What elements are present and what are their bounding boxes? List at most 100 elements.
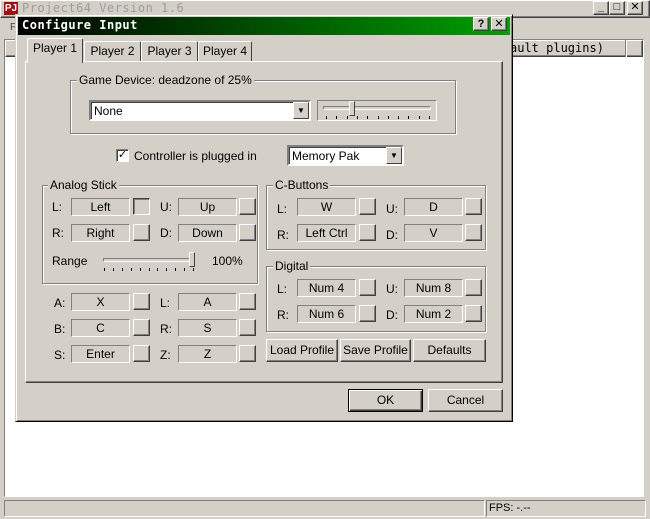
analog-r-key[interactable]: Right bbox=[71, 224, 130, 242]
dialog-close-button[interactable]: ✕ bbox=[491, 17, 507, 31]
controller-plugged-checkbox[interactable]: ✓ bbox=[116, 149, 129, 162]
c-d-key[interactable]: V bbox=[404, 224, 463, 242]
button-a-label: A: bbox=[54, 296, 66, 310]
slider-tick bbox=[377, 116, 379, 119]
digital-r-label: R: bbox=[277, 308, 289, 322]
c-r-key[interactable]: Left Ctrl bbox=[297, 224, 356, 242]
slider-tick bbox=[356, 116, 358, 119]
load-profile-button[interactable]: Load Profile bbox=[266, 339, 338, 362]
button-b-key[interactable]: C bbox=[71, 319, 130, 337]
analog-r-assign-button[interactable] bbox=[133, 224, 150, 241]
digital-u-assign-button[interactable] bbox=[465, 279, 482, 296]
game-device-selected: None bbox=[94, 104, 123, 118]
analog-stick-label: Analog Stick bbox=[48, 178, 119, 192]
digital-l-assign-button[interactable] bbox=[359, 279, 376, 296]
tab-player-4[interactable]: Player 4 bbox=[198, 41, 252, 62]
button-l-assign-button[interactable] bbox=[239, 293, 256, 310]
main-window-title: Project64 Version 1.6 bbox=[22, 1, 185, 15]
minimize-button[interactable]: _ bbox=[593, 1, 609, 15]
button-s-key[interactable]: Enter bbox=[71, 345, 130, 363]
range-slider-ticks bbox=[104, 268, 194, 272]
digital-d-assign-button[interactable] bbox=[465, 305, 482, 322]
button-r-key[interactable]: S bbox=[178, 319, 237, 337]
ok-button[interactable]: OK bbox=[348, 389, 423, 412]
slider-tick bbox=[367, 116, 369, 119]
c-d-label: D: bbox=[386, 228, 398, 242]
slider-tick bbox=[166, 268, 168, 271]
game-device-select[interactable]: None ▼ bbox=[89, 100, 311, 121]
digital-d-label: D: bbox=[386, 308, 398, 322]
pak-selected: Memory Pak bbox=[292, 149, 360, 163]
dialog-title: Configure Input bbox=[22, 18, 138, 32]
analog-l-label: L: bbox=[52, 200, 63, 214]
rom-list-column-header[interactable]: ault plugins) bbox=[510, 41, 604, 55]
slider-tick bbox=[346, 116, 348, 119]
digital-u-key[interactable]: Num 8 bbox=[404, 279, 463, 297]
cancel-button[interactable]: Cancel bbox=[428, 389, 503, 412]
digital-d-key[interactable]: Num 2 bbox=[404, 305, 463, 323]
c-u-label: U: bbox=[386, 202, 398, 216]
defaults-button[interactable]: Defaults bbox=[413, 339, 486, 362]
save-profile-button[interactable]: Save Profile bbox=[340, 339, 411, 362]
c-buttons-label: C-Buttons bbox=[273, 178, 331, 192]
slider-tick bbox=[326, 116, 327, 119]
tab-player-2[interactable]: Player 2 bbox=[84, 41, 141, 62]
button-z-key[interactable]: Z bbox=[178, 345, 237, 363]
c-l-assign-button[interactable] bbox=[359, 198, 376, 215]
button-b-assign-button[interactable] bbox=[133, 319, 150, 336]
button-l-label: L: bbox=[160, 296, 171, 310]
slider-tick bbox=[398, 116, 400, 119]
analog-d-assign-button[interactable] bbox=[239, 224, 256, 241]
controller-plugged-label: Controller is plugged in bbox=[134, 149, 257, 163]
pak-select[interactable]: Memory Pak ▼ bbox=[287, 145, 404, 166]
maximize-button[interactable]: □ bbox=[609, 1, 625, 15]
button-z-label: Z: bbox=[160, 348, 171, 362]
digital-l-key[interactable]: Num 4 bbox=[297, 279, 356, 297]
tab-player-1[interactable]: Player 1 bbox=[27, 38, 83, 63]
c-l-key[interactable]: W bbox=[297, 198, 356, 216]
button-r-assign-button[interactable] bbox=[239, 319, 256, 336]
slider-tick bbox=[157, 268, 159, 271]
range-label: Range bbox=[52, 254, 88, 268]
column-divider[interactable] bbox=[625, 40, 627, 57]
analog-l-assign-button[interactable] bbox=[133, 198, 150, 215]
digital-u-label: U: bbox=[386, 282, 398, 296]
range-slider-thumb[interactable] bbox=[189, 252, 195, 267]
c-r-label: R: bbox=[277, 228, 289, 242]
button-s-label: S: bbox=[54, 348, 66, 362]
digital-r-assign-button[interactable] bbox=[359, 305, 376, 322]
slider-tick bbox=[112, 268, 114, 271]
analog-r-label: R: bbox=[52, 226, 64, 240]
slider-tick bbox=[418, 116, 420, 119]
c-d-assign-button[interactable] bbox=[465, 224, 482, 241]
digital-r-key[interactable]: Num 6 bbox=[297, 305, 356, 323]
analog-u-assign-button[interactable] bbox=[239, 198, 256, 215]
game-device-label: Game Device: deadzone of 25% bbox=[77, 73, 254, 87]
analog-u-key[interactable]: Up bbox=[178, 198, 237, 216]
button-r-label: R: bbox=[160, 322, 172, 336]
c-u-assign-button[interactable] bbox=[465, 198, 482, 215]
deadzone-slider-track[interactable] bbox=[323, 106, 431, 110]
help-button[interactable]: ? bbox=[473, 17, 489, 31]
main-close-button[interactable]: ✕ bbox=[627, 1, 643, 15]
slider-tick bbox=[387, 116, 389, 119]
slider-tick bbox=[130, 268, 132, 271]
c-u-key[interactable]: D bbox=[404, 198, 463, 216]
chevron-down-icon[interactable]: ▼ bbox=[293, 102, 309, 119]
button-s-assign-button[interactable] bbox=[133, 345, 150, 362]
deadzone-slider-ticks bbox=[326, 116, 430, 120]
slider-tick bbox=[429, 116, 430, 119]
analog-l-key[interactable]: Left bbox=[71, 198, 130, 216]
button-a-key[interactable]: X bbox=[71, 293, 130, 311]
chevron-down-icon[interactable]: ▼ bbox=[386, 147, 402, 164]
range-slider-track[interactable] bbox=[103, 258, 195, 262]
analog-d-key[interactable]: Down bbox=[178, 224, 237, 242]
button-l-key[interactable]: A bbox=[178, 293, 237, 311]
slider-tick bbox=[336, 116, 338, 119]
digital-l-label: L: bbox=[277, 282, 288, 296]
c-r-assign-button[interactable] bbox=[359, 224, 376, 241]
button-z-assign-button[interactable] bbox=[239, 345, 256, 362]
deadzone-slider-thumb[interactable] bbox=[348, 101, 355, 116]
button-a-assign-button[interactable] bbox=[133, 293, 150, 310]
tab-player-3[interactable]: Player 3 bbox=[141, 41, 198, 62]
